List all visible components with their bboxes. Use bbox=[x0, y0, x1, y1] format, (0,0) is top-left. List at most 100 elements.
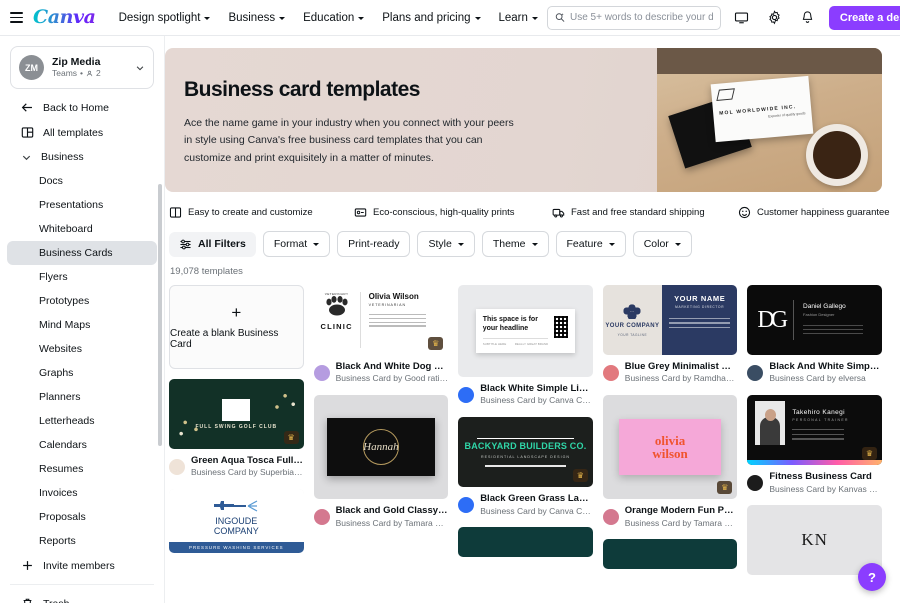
magic-search-icon bbox=[555, 13, 565, 22]
filter-chip-feature[interactable]: Feature bbox=[555, 231, 626, 257]
team-member-count: 2 bbox=[96, 68, 101, 79]
sidebar-item-websites[interactable]: Websites bbox=[7, 337, 157, 361]
nav-item-learn[interactable]: Learn bbox=[490, 7, 547, 29]
sidebar-item-resumes[interactable]: Resumes bbox=[7, 457, 157, 481]
sidebar-item-label: Reports bbox=[39, 535, 76, 547]
sidebar-item-presentations[interactable]: Presentations bbox=[7, 193, 157, 217]
sidebar-item-label: Graphs bbox=[39, 367, 74, 379]
template-tile[interactable]: Takehiro Kanegi PERSONAL TRAINER ♛ Fitness … bbox=[747, 395, 882, 495]
sidebar-item-mind-maps[interactable]: Mind Maps bbox=[7, 313, 157, 337]
template-tile[interactable]: YOUR COMPANY YOUR TAGLINE YOUR NAME MARKETI… bbox=[602, 285, 738, 385]
template-tile[interactable]: DG Daniel Gallego Fashion Designer Black An… bbox=[747, 285, 882, 385]
nav-item-design-spotlight[interactable]: Design spotlight bbox=[110, 7, 220, 29]
template-thumbnail[interactable] bbox=[602, 539, 738, 570]
template-author: Business Card by Tamara Hall bbox=[624, 517, 738, 528]
template-tile[interactable]: Hannah Black and Gold Classy M... Business… bbox=[313, 395, 449, 529]
sidebar-item-docs[interactable]: Docs bbox=[7, 169, 157, 193]
create-blank-business-card-tile[interactable]: + Create a blank Business Card bbox=[169, 285, 304, 369]
sidebar-item-reports[interactable]: Reports bbox=[7, 529, 157, 553]
template-thumbnail[interactable]: BACKYARD BUILDERS CO. RESIDENTIAL LANDSCA… bbox=[458, 417, 593, 488]
template-thumbnail[interactable]: This space is for your headline SUBTITLE … bbox=[458, 285, 593, 377]
template-tile[interactable]: INGOUDE COMPANY PRESSURE WASHING SERVICES bbox=[169, 489, 304, 554]
sidebar-item-letterheads[interactable]: Letterheads bbox=[7, 409, 157, 433]
template-thumbnail[interactable]: YOUR COMPANY YOUR TAGLINE YOUR NAME MARKETI… bbox=[602, 285, 738, 355]
template-grid-column: This space is for your headline SUBTITLE … bbox=[458, 285, 593, 603]
gear-icon[interactable] bbox=[763, 6, 787, 30]
sidebar-item-trash[interactable]: Trash bbox=[7, 591, 157, 603]
sidebar-item-all-templates[interactable]: All templates bbox=[7, 120, 157, 145]
sidebar-item-label: Whiteboard bbox=[39, 223, 93, 235]
template-tile[interactable]: olivia wilson ♛ Orange Modern Fun Pho... Bus… bbox=[602, 395, 738, 529]
sidebar-item-label: Proposals bbox=[39, 511, 86, 523]
invite-members-button[interactable]: Invite members bbox=[7, 553, 157, 578]
sidebar-item-business-cards[interactable]: Business Cards bbox=[7, 241, 157, 265]
pro-crown-icon: ♛ bbox=[861, 447, 877, 461]
sidebar-item-planners[interactable]: Planners bbox=[7, 385, 157, 409]
feature-label: Customer happiness guarantee bbox=[757, 207, 890, 218]
chevron-down-icon bbox=[22, 155, 31, 160]
filter-chip-style[interactable]: Style bbox=[417, 231, 475, 257]
template-thumbnail[interactable]: Hannah bbox=[313, 395, 449, 500]
template-grid-column: DG Daniel Gallego Fashion Designer Black An… bbox=[747, 285, 882, 603]
sidebar-scrollbar[interactable] bbox=[158, 184, 162, 446]
feature-bar: Easy to create and customize Eco-consciou… bbox=[165, 192, 900, 219]
pro-crown-icon: ♛ bbox=[717, 481, 733, 495]
top-navigation-bar: Canva Design spotlight Business Educatio… bbox=[0, 0, 900, 36]
template-title: Blue Grey Minimalist Mo... bbox=[624, 361, 738, 372]
help-button[interactable]: ? bbox=[858, 563, 886, 591]
team-selector[interactable]: ZM Zip Media Teams • 2 bbox=[10, 46, 154, 89]
filter-chip-print-ready[interactable]: Print-ready bbox=[337, 231, 411, 257]
sidebar-group-business[interactable]: Business bbox=[7, 145, 157, 169]
template-tile[interactable]: FULL SWING GOLF CLUB♛ Green Aqua Tosca Fu… bbox=[169, 379, 304, 479]
sidebar-item-flyers[interactable]: Flyers bbox=[7, 265, 157, 289]
template-thumbnail[interactable] bbox=[458, 527, 593, 558]
template-thumbnail[interactable]: VETERINARY CLINIC Olivia Wilson VETERINARIA… bbox=[313, 285, 449, 355]
sidebar-item-whiteboard[interactable]: Whiteboard bbox=[7, 217, 157, 241]
nav-item-plans-and-pricing[interactable]: Plans and pricing bbox=[373, 7, 489, 29]
all-filters-button[interactable]: All Filters bbox=[169, 231, 256, 257]
template-thumbnail[interactable]: DG Daniel Gallego Fashion Designer bbox=[747, 285, 882, 355]
template-tile[interactable]: BACKYARD BUILDERS CO. RESIDENTIAL LANDSCA… bbox=[458, 417, 593, 517]
template-meta: Black And White Dog Cat... Business Card … bbox=[313, 361, 448, 385]
sidebar-item-calendars[interactable]: Calendars bbox=[7, 433, 157, 457]
template-thumbnail[interactable]: olivia wilson ♛ bbox=[602, 395, 738, 500]
display-icon[interactable] bbox=[730, 6, 754, 30]
chevron-down-icon bbox=[531, 243, 538, 246]
canva-logo[interactable]: Canva bbox=[33, 6, 96, 30]
template-author: Business Card by elversa bbox=[769, 373, 866, 384]
sidebar-item-graphs[interactable]: Graphs bbox=[7, 361, 157, 385]
nav-item-business[interactable]: Business bbox=[219, 7, 294, 29]
filter-chip-format[interactable]: Format bbox=[262, 231, 331, 257]
template-thumbnail[interactable]: KN bbox=[747, 505, 882, 576]
sidebar-item-proposals[interactable]: Proposals bbox=[7, 505, 157, 529]
template-meta: Blue Grey Minimalist Mo... Business Card … bbox=[602, 361, 738, 385]
search-input[interactable]: Use 5+ words to describe your desi bbox=[546, 5, 721, 30]
template-thumbnail[interactable]: FULL SWING GOLF CLUB♛ bbox=[169, 379, 304, 449]
template-tile[interactable]: VETERINARY CLINIC Olivia Wilson VETERINARIA… bbox=[313, 285, 449, 385]
nav-item-education[interactable]: Education bbox=[294, 7, 373, 29]
filter-chip-theme[interactable]: Theme bbox=[481, 231, 549, 257]
sidebar-item-prototypes[interactable]: Prototypes bbox=[7, 289, 157, 313]
back-to-home-button[interactable]: Back to Home bbox=[7, 95, 157, 120]
template-thumbnail[interactable]: Takehiro Kanegi PERSONAL TRAINER ♛ bbox=[747, 395, 882, 466]
hamburger-icon[interactable] bbox=[10, 7, 23, 29]
template-thumbnail[interactable]: INGOUDE COMPANY PRESSURE WASHING SERVICES bbox=[169, 489, 304, 554]
hero-text: Business card templates Ace the name gam… bbox=[165, 48, 665, 192]
chevron-down-icon bbox=[313, 243, 320, 246]
template-tile[interactable]: This space is for your headline SUBTITLE … bbox=[458, 285, 593, 407]
create-a-design-button[interactable]: Create a design bbox=[828, 5, 900, 30]
sidebar-item-label: Planners bbox=[39, 391, 81, 403]
blank-tile-inner[interactable]: + Create a blank Business Card bbox=[169, 285, 304, 369]
template-tile-partial[interactable] bbox=[458, 527, 593, 558]
template-tile-partial[interactable] bbox=[602, 539, 738, 570]
filter-chip-label: Style bbox=[428, 238, 452, 250]
main-content: Business card templates Ace the name gam… bbox=[165, 36, 900, 603]
template-tile[interactable]: KN bbox=[747, 505, 882, 576]
template-grid-column: VETERINARY CLINIC Olivia Wilson VETERINARIA… bbox=[313, 285, 449, 603]
filter-chip-color[interactable]: Color bbox=[632, 231, 692, 257]
bell-icon[interactable] bbox=[796, 6, 820, 30]
templates-icon bbox=[21, 127, 34, 138]
pro-crown-icon: ♛ bbox=[283, 431, 299, 444]
template-meta: Green Aqua Tosca Full s... Business Card … bbox=[169, 455, 304, 479]
sidebar-item-invoices[interactable]: Invoices bbox=[7, 481, 157, 505]
